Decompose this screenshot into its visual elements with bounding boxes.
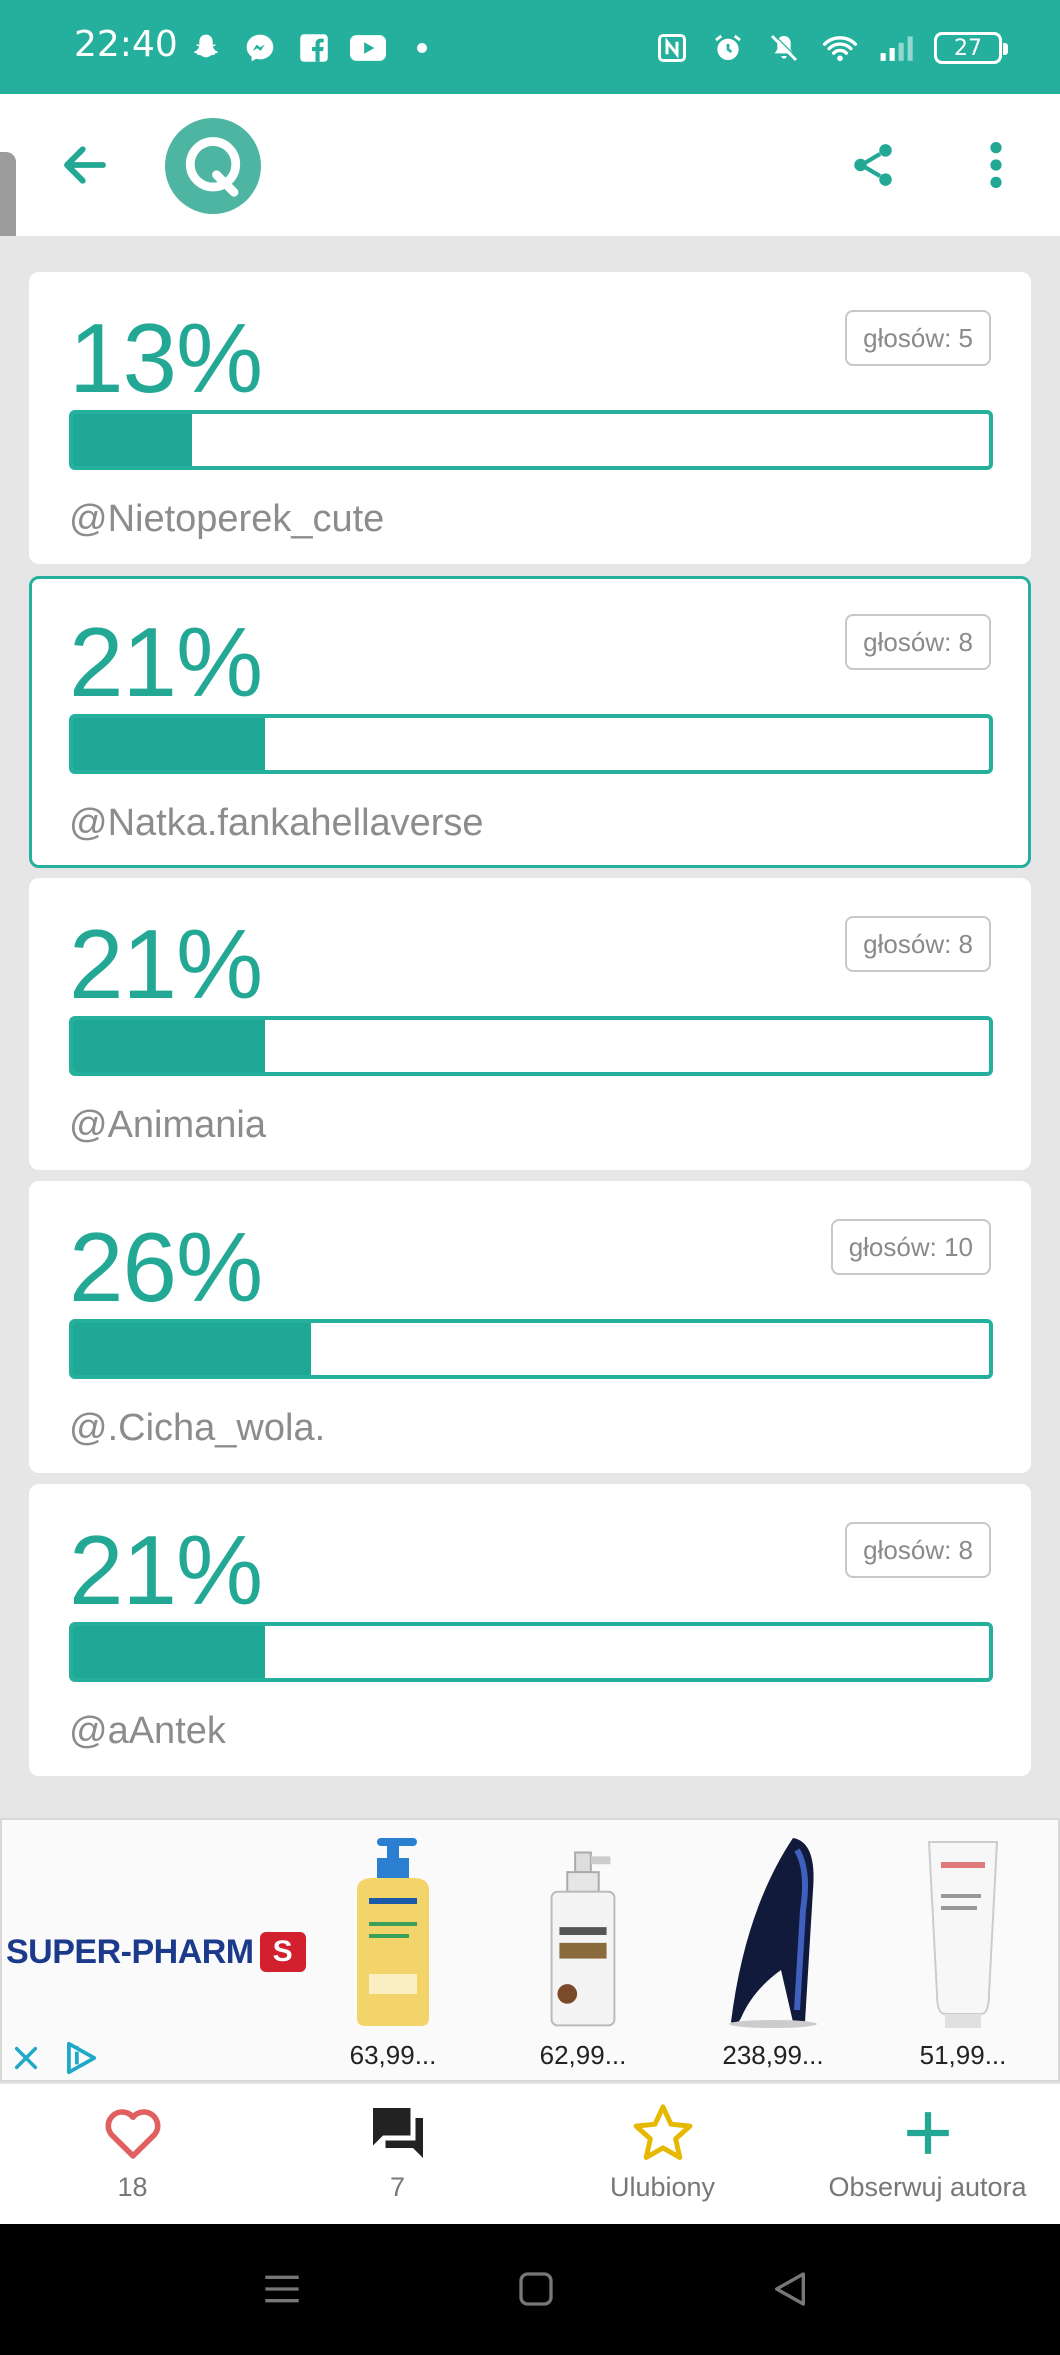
ad-close-button[interactable] <box>8 2040 44 2076</box>
poll-option-card[interactable]: 21% głosów: 8 @Animania <box>29 878 1031 1170</box>
percent-bar-fill <box>73 718 266 770</box>
share-button[interactable] <box>842 134 904 196</box>
follow-author-label: Obserwuj autora <box>828 2172 1027 2202</box>
votes-badge: głosów: 5 <box>845 310 991 366</box>
more-options-button[interactable] <box>966 134 1026 196</box>
youtube-icon <box>350 30 386 66</box>
back-button[interactable] <box>52 132 118 198</box>
poll-results: 13% głosów: 5 @Nietoperek_cute 21% głosó… <box>0 236 1060 1808</box>
follow-author-button[interactable]: Obserwuj autora <box>795 2084 1060 2224</box>
ad-choices-button[interactable] <box>58 2038 102 2078</box>
comments-icon <box>372 2108 423 2158</box>
percent-bar-fill <box>73 1020 266 1072</box>
system-icons: 27 <box>654 26 1008 70</box>
dot-icon <box>404 30 440 66</box>
home-button[interactable] <box>506 2262 566 2316</box>
share-icon <box>854 144 892 186</box>
heart-icon <box>105 2109 160 2159</box>
poll-option-card[interactable]: 26% głosów: 10 @.Cicha_wola. <box>29 1181 1031 1473</box>
ad-product[interactable]: 63,99... <box>318 1830 468 2070</box>
app-logo[interactable] <box>165 118 261 214</box>
plus-icon <box>906 2112 949 2154</box>
ad-brand-mark: S <box>259 1932 306 1972</box>
percent-bar <box>69 1016 993 1076</box>
ad-product[interactable]: 238,99... <box>698 1830 848 2070</box>
ad-brand-name: SUPER-PHARM <box>6 1932 254 1971</box>
signal-icon <box>878 30 914 66</box>
ad-choices-icon <box>67 2041 97 2075</box>
app-bar <box>0 94 1060 236</box>
option-author: @.Cicha_wola. <box>69 1407 326 1449</box>
like-button[interactable]: 18 <box>0 2084 265 2224</box>
option-percent: 26% <box>69 1212 263 1322</box>
wifi-icon <box>822 30 858 66</box>
perfume-shoe-icon <box>698 1830 848 2030</box>
percent-bar-fill <box>73 1626 266 1678</box>
status-bar: 22:40 27 <box>0 0 1060 94</box>
option-author: @Nietoperek_cute <box>69 498 385 540</box>
comments-button[interactable]: 7 <box>265 2084 530 2224</box>
notification-icons <box>188 28 440 68</box>
percent-bar <box>69 1319 993 1379</box>
arrow-back-icon <box>64 146 106 184</box>
menu-icon <box>265 2275 299 2303</box>
ad-banner[interactable]: SUPER-PHARM S 63,99... 62,99... 238,99..… <box>0 1818 1060 2082</box>
option-author: @Natka.fankahellaverse <box>69 802 484 844</box>
favorite-button[interactable]: Ulubiony <box>530 2084 795 2224</box>
favorite-label: Ulubiony <box>609 2172 716 2202</box>
ad-product[interactable]: 62,99... <box>508 1830 658 2070</box>
ad-product-price: 51,99... <box>919 2040 1007 2070</box>
home-square-icon <box>519 2272 553 2306</box>
battery-icon: 27 <box>934 32 1008 64</box>
q-logo-icon <box>185 137 241 197</box>
back-system-button[interactable] <box>760 2262 820 2316</box>
votes-badge: głosów: 10 <box>830 1219 991 1275</box>
option-percent: 21% <box>69 607 263 717</box>
messenger-icon <box>242 30 278 66</box>
alarm-icon <box>710 30 746 66</box>
votes-badge: głosów: 8 <box>845 916 991 972</box>
percent-bar <box>69 410 993 470</box>
triangle-back-icon <box>775 2272 805 2306</box>
more-vert-icon <box>990 142 1002 188</box>
ad-product-price: 62,99... <box>539 2040 627 2070</box>
option-percent: 21% <box>69 1515 263 1625</box>
nfc-icon <box>654 30 690 66</box>
percent-bar-fill <box>73 1323 312 1375</box>
shower-oil-bottle-icon <box>318 1830 468 2030</box>
percent-bar <box>69 714 993 774</box>
close-icon <box>14 2046 38 2070</box>
poll-option-card-selected[interactable]: 21% głosów: 8 @Natka.fankahellaverse <box>29 576 1031 868</box>
ad-product-price: 63,99... <box>349 2040 437 2070</box>
ad-product[interactable]: 51,99... <box>888 1830 1038 2070</box>
like-count: 18 <box>117 2172 148 2202</box>
option-author: @Animania <box>69 1104 266 1146</box>
cream-tube-icon <box>888 1830 1038 2030</box>
battery-level: 27 <box>954 35 982 61</box>
status-time: 22:40 <box>74 24 178 65</box>
votes-badge: głosów: 8 <box>845 614 991 670</box>
percent-bar-fill <box>73 414 193 466</box>
poll-option-card[interactable]: 21% głosów: 8 @aAntek <box>29 1484 1031 1776</box>
facebook-icon <box>296 30 332 66</box>
votes-badge: głosów: 8 <box>845 1522 991 1578</box>
percent-bar <box>69 1622 993 1682</box>
system-navigation-bar <box>0 2224 1060 2355</box>
star-icon <box>633 2104 692 2160</box>
bottom-action-bar: 18 7 Ulubiony Obserwuj autora <box>0 2084 1060 2224</box>
option-percent: 13% <box>69 303 263 413</box>
ad-product-price: 238,99... <box>722 2040 824 2070</box>
poll-option-card[interactable]: 13% głosów: 5 @Nietoperek_cute <box>29 272 1031 564</box>
spray-bottle-icon <box>508 1830 658 2030</box>
ad-brand-logo[interactable]: SUPER-PHARM S <box>6 1932 306 1972</box>
option-percent: 21% <box>69 909 263 1019</box>
option-author: @aAntek <box>69 1710 226 1752</box>
comments-count: 7 <box>389 2172 406 2202</box>
snapchat-icon <box>188 30 224 66</box>
recent-apps-button[interactable] <box>252 2262 312 2316</box>
mute-icon <box>766 30 802 66</box>
